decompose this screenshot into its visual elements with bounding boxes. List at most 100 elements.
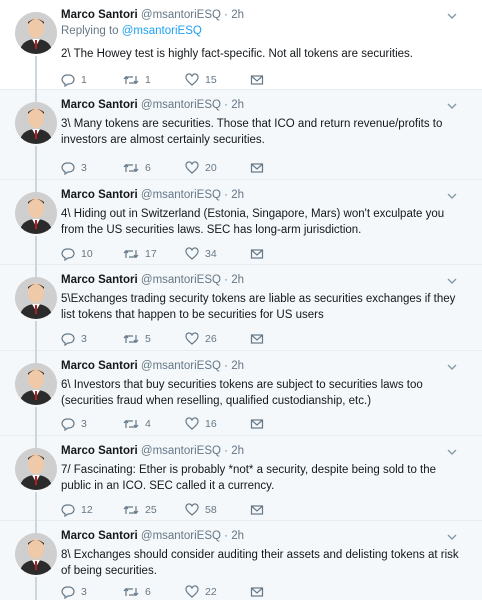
action-bar: 10 17 34	[61, 247, 312, 261]
message-button[interactable]	[250, 585, 312, 599]
like-button[interactable]: 34	[185, 247, 250, 261]
retweet-icon	[123, 585, 139, 599]
chevron-down-icon[interactable]	[446, 360, 458, 372]
tweet-item[interactable]: Marco Santori @msantoriESQ · 2h Replying…	[0, 0, 482, 90]
message-icon	[250, 73, 264, 87]
reply-count: 3	[81, 418, 87, 430]
author-name[interactable]: Marco Santori	[61, 99, 138, 111]
chevron-down-icon[interactable]	[446, 274, 458, 286]
like-button[interactable]: 15	[185, 73, 250, 87]
reply-count: 3	[81, 586, 87, 598]
action-bar: 3 6 22	[61, 585, 312, 599]
retweet-button[interactable]: 6	[123, 161, 185, 175]
tweet-header: Marco Santori @msantoriESQ · 2h	[61, 530, 244, 542]
reply-icon	[61, 247, 75, 261]
tweet-item[interactable]: Marco Santori @msantoriESQ · 2h 3\ Many …	[0, 90, 482, 180]
like-count: 22	[205, 586, 217, 598]
author-handle[interactable]: @msantoriESQ	[141, 445, 221, 457]
tweet-item[interactable]: Marco Santori @msantoriESQ · 2h 8\ Excha…	[0, 521, 482, 600]
tweet-text: 4\ Hiding out in Switzerland (Estonia, S…	[61, 208, 445, 236]
chevron-down-icon[interactable]	[446, 445, 458, 457]
timestamp[interactable]: 2h	[231, 9, 244, 21]
retweet-button[interactable]: 6	[123, 585, 185, 599]
like-button[interactable]: 16	[185, 417, 250, 431]
author-name[interactable]: Marco Santori	[61, 530, 138, 542]
author-name[interactable]: Marco Santori	[61, 360, 138, 372]
reply-button[interactable]: 3	[61, 161, 123, 175]
thread-line	[35, 492, 37, 521]
avatar[interactable]	[15, 12, 57, 54]
author-handle[interactable]: @msantoriESQ	[141, 189, 221, 201]
replying-to-mention[interactable]: @msantoriESQ	[122, 25, 202, 37]
like-icon	[185, 332, 199, 346]
retweet-count: 6	[145, 162, 151, 174]
thread-line	[35, 90, 37, 102]
author-handle[interactable]: @msantoriESQ	[141, 360, 221, 372]
timestamp[interactable]: 2h	[231, 99, 244, 111]
message-button[interactable]	[250, 417, 312, 431]
avatar[interactable]	[15, 102, 57, 144]
chevron-down-icon[interactable]	[446, 189, 458, 201]
reply-icon	[61, 332, 75, 346]
retweet-button[interactable]: 25	[123, 503, 185, 517]
avatar[interactable]	[15, 448, 57, 490]
author-name[interactable]: Marco Santori	[61, 9, 138, 21]
author-handle[interactable]: @msantoriESQ	[141, 9, 221, 21]
tweet-item[interactable]: Marco Santori @msantoriESQ · 2h 6\ Inves…	[0, 351, 482, 436]
author-name[interactable]: Marco Santori	[61, 189, 138, 201]
author-name[interactable]: Marco Santori	[61, 445, 138, 457]
message-button[interactable]	[250, 247, 312, 261]
thread-line	[35, 236, 37, 265]
retweet-icon	[123, 73, 139, 87]
reply-button[interactable]: 10	[61, 247, 123, 261]
reply-button[interactable]: 3	[61, 585, 123, 599]
tweet-item[interactable]: Marco Santori @msantoriESQ · 2h 5\Exchan…	[0, 265, 482, 351]
retweet-button[interactable]: 1	[123, 73, 185, 87]
like-button[interactable]: 58	[185, 503, 250, 517]
message-button[interactable]	[250, 161, 312, 175]
author-handle[interactable]: @msantoriESQ	[141, 274, 221, 286]
replying-to: Replying to @msantoriESQ	[61, 25, 202, 37]
tweet-item[interactable]: Marco Santori @msantoriESQ · 2h 7/ Fasci…	[0, 436, 482, 521]
thread-line	[35, 265, 37, 277]
avatar[interactable]	[15, 192, 57, 234]
message-button[interactable]	[250, 503, 312, 517]
like-icon	[185, 73, 199, 87]
author-name[interactable]: Marco Santori	[61, 274, 138, 286]
like-button[interactable]: 22	[185, 585, 250, 599]
reply-button[interactable]: 3	[61, 417, 123, 431]
retweet-count: 4	[145, 418, 151, 430]
retweet-button[interactable]: 4	[123, 417, 185, 431]
retweet-button[interactable]: 17	[123, 247, 185, 261]
message-button[interactable]	[250, 73, 312, 87]
timestamp[interactable]: 2h	[231, 530, 244, 542]
chevron-down-icon[interactable]	[446, 530, 458, 542]
tweet-item[interactable]: Marco Santori @msantoriESQ · 2h 4\ Hidin…	[0, 180, 482, 265]
tweet-text: 5\Exchanges trading security tokens are …	[61, 293, 456, 321]
author-handle[interactable]: @msantoriESQ	[141, 530, 221, 542]
timestamp[interactable]: 2h	[231, 189, 244, 201]
retweet-icon	[123, 247, 139, 261]
reply-button[interactable]: 3	[61, 332, 123, 346]
retweet-count: 6	[145, 586, 151, 598]
message-icon	[250, 332, 264, 346]
avatar[interactable]	[15, 363, 57, 405]
chevron-down-icon[interactable]	[446, 9, 458, 21]
author-handle[interactable]: @msantoriESQ	[141, 99, 221, 111]
timestamp[interactable]: 2h	[231, 274, 244, 286]
like-button[interactable]: 20	[185, 161, 250, 175]
message-button[interactable]	[250, 332, 312, 346]
like-button[interactable]: 26	[185, 332, 250, 346]
avatar[interactable]	[15, 277, 57, 319]
message-icon	[250, 247, 264, 261]
retweet-button[interactable]: 5	[123, 332, 185, 346]
chevron-down-icon[interactable]	[446, 99, 458, 111]
separator-dot: ·	[224, 274, 228, 286]
timestamp[interactable]: 2h	[231, 360, 244, 372]
timestamp[interactable]: 2h	[231, 445, 244, 457]
thread-line	[35, 146, 37, 180]
message-icon	[250, 503, 264, 517]
avatar[interactable]	[15, 533, 57, 575]
reply-button[interactable]: 1	[61, 73, 123, 87]
reply-button[interactable]: 12	[61, 503, 123, 517]
